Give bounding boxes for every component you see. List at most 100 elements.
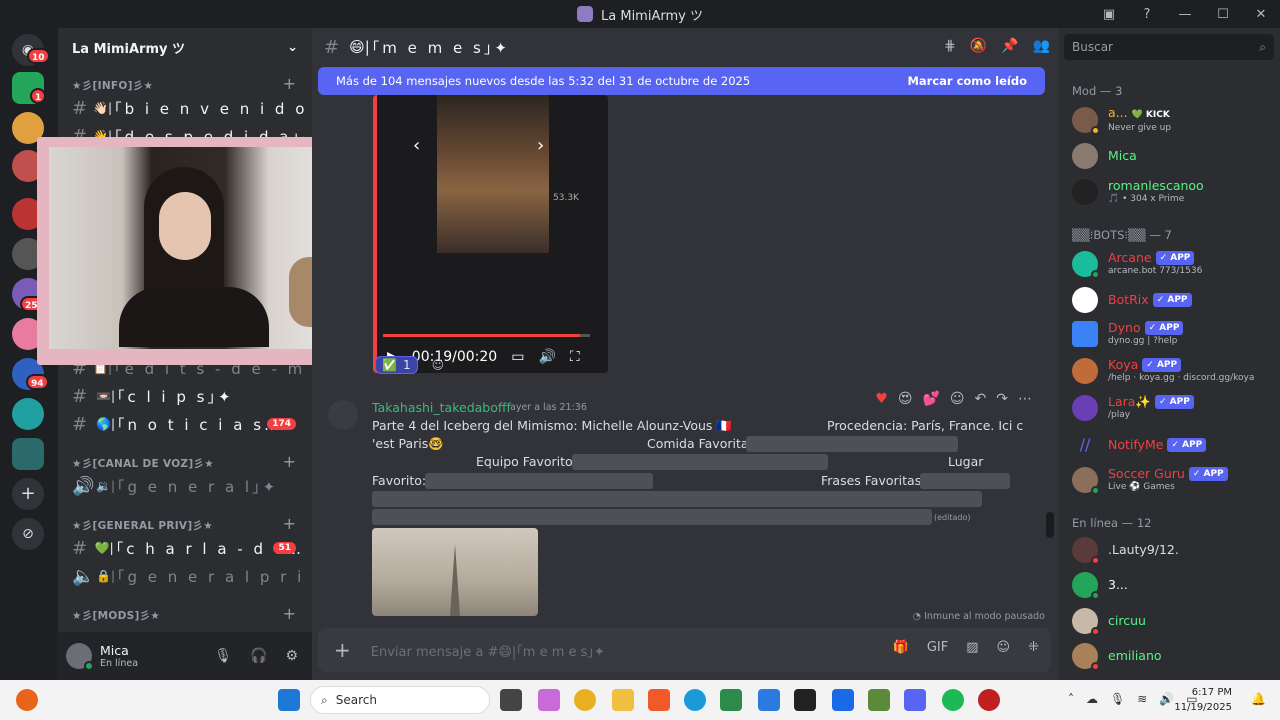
mute-icon[interactable]: 🔕 bbox=[970, 38, 987, 54]
fullscreen-icon[interactable]: ⛶ bbox=[570, 349, 580, 365]
store-icon[interactable] bbox=[758, 689, 780, 711]
members-icon[interactable]: 👥 bbox=[1033, 38, 1050, 54]
close-button[interactable]: ✕ bbox=[1242, 7, 1280, 22]
hearts-icon[interactable]: 💕 bbox=[922, 391, 939, 407]
add-channel-icon[interactable]: + bbox=[283, 74, 296, 93]
widget-icon[interactable] bbox=[16, 689, 38, 711]
channel-general-priv[interactable]: 🔈 🔒| ｢g e n e r a l p r i… bbox=[72, 563, 304, 589]
emoji-icon[interactable]: ☺ bbox=[997, 640, 1011, 655]
reply-icon[interactable]: ↶ bbox=[975, 391, 987, 407]
chevron-up-icon[interactable]: ˄ bbox=[1068, 692, 1074, 706]
member-item[interactable]: Koya ✓ APP/help · koya.gg · discord.gg/ko… bbox=[1072, 355, 1272, 387]
message-composer[interactable]: + Enviar mensaje a #😄|｢m e m e s｣✦ 🎁 GIF… bbox=[318, 628, 1051, 672]
task-view-icon[interactable] bbox=[500, 689, 522, 711]
add-channel-icon[interactable]: + bbox=[283, 604, 296, 623]
app-icon[interactable] bbox=[720, 689, 742, 711]
chrome-icon[interactable] bbox=[574, 689, 596, 711]
discord-icon[interactable] bbox=[904, 689, 926, 711]
volume-icon[interactable]: 🔊 bbox=[538, 349, 555, 365]
minimize-button[interactable]: — bbox=[1166, 7, 1204, 22]
help-icon[interactable]: ? bbox=[1128, 7, 1166, 22]
video-embed[interactable]: ‹ › 53.3K ▶ 00:19/00:20 ▭ 🔊 ⛶ bbox=[373, 95, 608, 373]
amazon-icon[interactable] bbox=[794, 689, 816, 711]
taskbar-search[interactable]: ⌕ Search bbox=[310, 686, 490, 714]
channel-clips[interactable]: # 📼| ｢c l i p s｣✦ bbox=[72, 383, 304, 409]
volume-icon[interactable]: 🔊 bbox=[1159, 692, 1174, 706]
add-channel-icon[interactable]: + bbox=[283, 514, 296, 533]
wifi-icon[interactable]: ≋ bbox=[1137, 692, 1147, 706]
member-item[interactable]: .Lauty9/12. bbox=[1072, 534, 1272, 566]
member-item[interactable]: romanlescanoo 🎵 • 304 x Prime bbox=[1072, 176, 1272, 208]
spoiler[interactable] bbox=[920, 473, 1010, 489]
member-item[interactable]: Arcane ✓ APP arcane.bot 773/1536 bbox=[1072, 248, 1272, 280]
forward-icon[interactable]: ↷ bbox=[996, 391, 1008, 407]
mic-icon[interactable]: 🎙 bbox=[1110, 692, 1125, 706]
minecraft-icon[interactable] bbox=[868, 689, 890, 711]
apps-icon[interactable]: ⁜ bbox=[1028, 640, 1039, 655]
member-item[interactable]: Dyno ✓ APP dyno.gg | ?help bbox=[1072, 318, 1272, 350]
captions-icon[interactable]: ▭ bbox=[511, 349, 524, 365]
explore-icon[interactable]: ⊘ bbox=[12, 518, 44, 550]
pin-icon[interactable]: 📌 bbox=[1001, 38, 1018, 54]
cloud-icon[interactable]: ☁ bbox=[1086, 692, 1098, 706]
avatar[interactable] bbox=[66, 643, 94, 671]
server-header[interactable]: La MimiArmy ツ ⌄ bbox=[58, 28, 312, 66]
attach-icon[interactable]: + bbox=[334, 638, 351, 662]
heart-reaction-icon[interactable]: ♥ bbox=[875, 391, 888, 407]
member-item[interactable]: Mica bbox=[1072, 140, 1272, 172]
add-reaction-icon[interactable]: ☺ bbox=[950, 391, 965, 407]
headphones-icon[interactable]: 🎧 bbox=[250, 648, 267, 664]
chevron-left-icon[interactable]: ‹ bbox=[413, 135, 420, 156]
threads-icon[interactable]: ⋕ bbox=[944, 38, 956, 54]
message-author[interactable]: Takahashi_takedabofff bbox=[372, 400, 511, 415]
add-reaction-icon[interactable]: ☺ bbox=[432, 358, 445, 372]
member-item[interactable]: Lara✨ ✓ APP/play bbox=[1072, 392, 1272, 424]
file-explorer-icon[interactable] bbox=[612, 689, 634, 711]
avatar[interactable] bbox=[328, 400, 358, 430]
dropbox-icon[interactable] bbox=[832, 689, 854, 711]
sticker-icon[interactable]: ▨ bbox=[966, 640, 978, 655]
spoiler[interactable] bbox=[746, 436, 958, 452]
spoiler[interactable] bbox=[372, 509, 932, 525]
channel-noticias[interactable]: # 🌎| ｢n o t i c i a s… 174 bbox=[72, 411, 304, 437]
windows-start-icon[interactable] bbox=[278, 689, 300, 711]
spoiler[interactable] bbox=[372, 491, 982, 507]
spotify-icon[interactable] bbox=[942, 689, 964, 711]
gift-icon[interactable]: 🎁 bbox=[893, 640, 909, 655]
brave-icon[interactable] bbox=[648, 689, 670, 711]
category-mods[interactable]: ★彡[MODS]彡★ bbox=[72, 608, 160, 623]
mark-as-read-button[interactable]: Marcar como leído bbox=[907, 74, 1027, 88]
scrollbar[interactable] bbox=[1046, 512, 1054, 538]
add-channel-icon[interactable]: + bbox=[283, 452, 296, 471]
video-progress[interactable] bbox=[383, 334, 590, 337]
gif-icon[interactable]: GIF bbox=[927, 640, 948, 655]
bell-icon[interactable]: 🔔 bbox=[1251, 692, 1266, 706]
channel-general-voz[interactable]: 🔊 🔉| ｢g e n e r a l｣✦ bbox=[72, 473, 304, 499]
gear-icon[interactable]: ⚙ bbox=[285, 648, 298, 664]
reaction-check[interactable]: ✅ 1 bbox=[375, 356, 418, 374]
spoiler[interactable] bbox=[572, 454, 828, 470]
category-priv[interactable]: ★彡[GENERAL PRIV]彡★ bbox=[72, 518, 213, 533]
channel-bienvenido[interactable]: # 👋🏻|｢b i e n v e n i d o… bbox=[72, 95, 304, 121]
member-item[interactable]: emiliano bbox=[1072, 640, 1272, 672]
maximize-button[interactable]: ☐ bbox=[1204, 7, 1242, 22]
clock[interactable]: 6:17 PM 11/19/2025 bbox=[1174, 685, 1232, 715]
member-item[interactable]: 3... bbox=[1072, 569, 1272, 601]
image-attachment[interactable] bbox=[372, 528, 538, 616]
category-info[interactable]: ★彡[INFO]彡★ bbox=[72, 78, 153, 93]
new-messages-bar[interactable]: Más de 104 mensajes nuevos desde las 5:3… bbox=[318, 67, 1045, 95]
add-server-icon[interactable]: + bbox=[12, 478, 44, 510]
member-item[interactable]: Soccer Guru ✓ APP Live ⚽ Games bbox=[1072, 464, 1272, 496]
spoiler[interactable] bbox=[425, 473, 653, 489]
member-item[interactable]: BotRix ✓ APP bbox=[1072, 284, 1272, 316]
message-input[interactable]: Enviar mensaje a #😄|｢m e m e s｣✦ bbox=[371, 641, 605, 660]
more-icon[interactable]: ⋯ bbox=[1018, 391, 1032, 407]
member-item[interactable]: a... 💚 KICK Never give up bbox=[1072, 104, 1272, 136]
heart-eyes-icon[interactable]: 😍 bbox=[898, 391, 913, 407]
microphone-icon[interactable]: 🎙 bbox=[214, 648, 232, 664]
server-icon[interactable] bbox=[12, 438, 44, 470]
inbox-icon[interactable]: ▣ bbox=[1090, 7, 1128, 22]
search-input[interactable]: Buscar ⌕ bbox=[1064, 34, 1274, 60]
member-item[interactable]: circuu bbox=[1072, 605, 1272, 637]
member-item[interactable]: // NotifyMe ✓ APP bbox=[1072, 429, 1272, 461]
